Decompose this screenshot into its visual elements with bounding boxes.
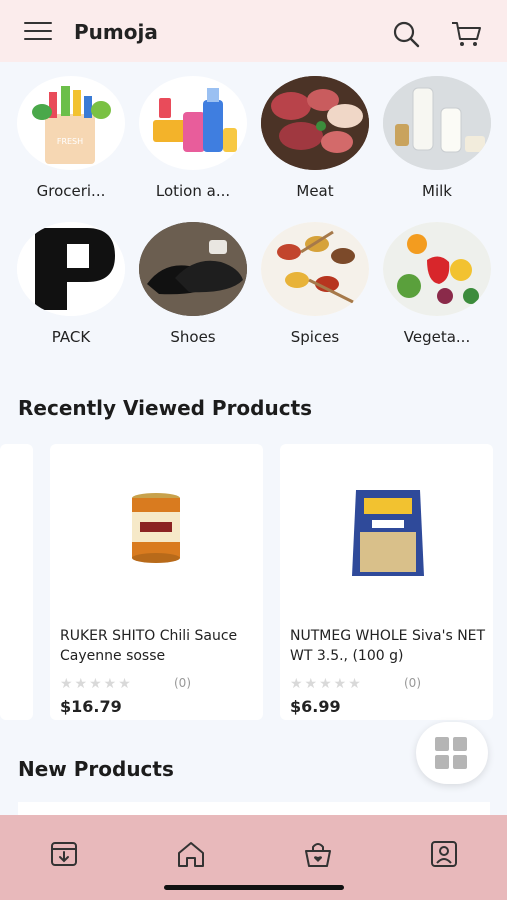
- lotion-image: [139, 76, 247, 170]
- product-price: $16.79: [60, 697, 122, 716]
- home-icon[interactable]: [175, 839, 207, 869]
- svg-text:FRESH: FRESH: [57, 137, 83, 146]
- category-shoes[interactable]: Shoes: [137, 222, 249, 346]
- new-products-list[interactable]: [18, 802, 490, 816]
- new-products-title: New Products: [18, 757, 174, 781]
- product-price: $6.99: [290, 697, 341, 716]
- rating-stars-icon: ★★★★★: [290, 676, 363, 692]
- pack-image: [17, 222, 125, 316]
- product-name: NUTMEG WHOLE Siva's NET WT 3.5., (100 g): [290, 628, 486, 664]
- category-groceries[interactable]: FRESH Groceri...: [15, 76, 127, 200]
- category-label: Spices: [290, 328, 340, 346]
- recently-viewed-title: Recently Viewed Products: [18, 396, 313, 420]
- spices-image: [261, 222, 369, 316]
- product-card[interactable]: NUTMEG WHOLE Siva's NET WT 3.5., (100 g)…: [280, 444, 493, 720]
- category-label: Milk: [422, 182, 452, 200]
- product-card-partial[interactable]: [0, 444, 33, 720]
- category-pack[interactable]: PACK: [15, 222, 127, 346]
- cart-icon[interactable]: [450, 20, 482, 48]
- product-image: [50, 444, 263, 614]
- category-spices[interactable]: Spices: [259, 222, 371, 346]
- category-lotion[interactable]: Lotion a...: [137, 76, 249, 200]
- shoes-image: [139, 222, 247, 316]
- category-label: PACK: [51, 328, 91, 346]
- product-image: [280, 444, 493, 614]
- bottom-nav: [0, 815, 507, 900]
- meat-image: [261, 76, 369, 170]
- product-name: RUKER SHITO Chili Sauce Cayenne sosse: [60, 628, 238, 664]
- category-label: Lotion a...: [155, 182, 231, 200]
- product-card[interactable]: RUKER SHITO Chili Sauce Cayenne sosse ★★…: [50, 444, 263, 720]
- rating-stars-icon: ★★★★★: [60, 676, 133, 692]
- category-label: Meat: [296, 182, 334, 200]
- category-label: Vegeta...: [403, 328, 471, 346]
- hamburger-menu-icon[interactable]: [24, 22, 52, 44]
- groceries-image: FRESH: [17, 76, 125, 170]
- vegetables-image: [383, 222, 491, 316]
- rating-count: (0): [404, 676, 421, 690]
- grid-view-button[interactable]: [416, 722, 488, 784]
- category-label: Shoes: [170, 328, 216, 346]
- search-icon[interactable]: [392, 20, 420, 48]
- category-milk[interactable]: Milk: [381, 76, 493, 200]
- app-title: Pumoja: [74, 20, 158, 44]
- top-bar: Pumoja: [0, 0, 507, 62]
- shopping-basket-icon[interactable]: [302, 839, 334, 869]
- profile-icon[interactable]: [428, 839, 460, 869]
- home-indicator: [164, 885, 344, 890]
- rating-count: (0): [174, 676, 191, 690]
- category-vegetables[interactable]: Vegeta...: [381, 222, 493, 346]
- category-meat[interactable]: Meat: [259, 76, 371, 200]
- orders-box-icon[interactable]: [48, 839, 80, 869]
- category-label: Groceri...: [36, 182, 106, 200]
- milk-image: [383, 76, 491, 170]
